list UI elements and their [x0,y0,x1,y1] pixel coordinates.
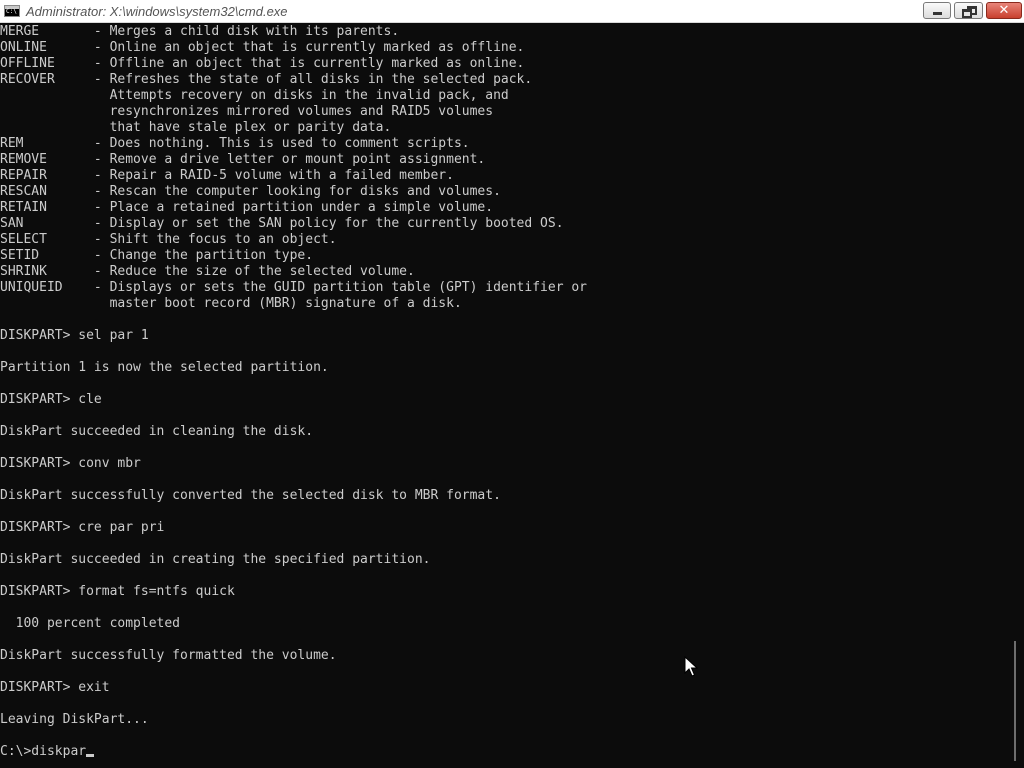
console-output: MERGE - Merges a child disk with its par… [0,24,587,760]
console-line: MERGE - Merges a child disk with its par… [0,24,400,39]
console-line: DISKPART> exit [0,680,110,695]
console-line: SELECT - Shift the focus to an object. [0,232,337,247]
console-line: DISKPART> cre par pri [0,520,165,535]
window-title: Administrator: X:\windows\system32\cmd.e… [26,4,288,19]
console-line: DISKPART> format fs=ntfs quick [0,584,235,599]
restore-button[interactable] [954,2,983,19]
console-line: RETAIN - Place a retained partition unde… [0,200,494,215]
cmd-window: Administrator: X:\windows\system32\cmd.e… [0,0,1024,768]
console-line: REM - Does nothing. This is used to comm… [0,136,470,151]
console-line: REMOVE - Remove a drive letter or mount … [0,152,486,167]
console-line: UNIQUEID - Displays or sets the GUID par… [0,280,587,295]
console-line: Partition 1 is now the selected partitio… [0,360,329,375]
console-line: resynchronizes mirrored volumes and RAID… [0,104,494,119]
console-line: DiskPart successfully converted the sele… [0,488,501,503]
scrollbar-thumb[interactable] [1014,641,1016,761]
console-line: DISKPART> cle [0,392,102,407]
console-line: DISKPART> sel par 1 [0,328,149,343]
console-line: DiskPart successfully formatted the volu… [0,648,337,663]
cmd-icon[interactable] [4,5,20,17]
console-line: that have stale plex or parity data. [0,120,392,135]
prompt-input-text[interactable]: C:\>diskpar [0,744,86,759]
console-line: DiskPart succeeded in creating the speci… [0,552,431,567]
mouse-pointer-icon [684,656,698,677]
minimize-button[interactable] [923,2,951,19]
console-line: SETID - Change the partition type. [0,248,314,263]
console-line: REPAIR - Repair a RAID-5 volume with a f… [0,168,454,183]
console-line: SHRINK - Reduce the size of the selected… [0,264,415,279]
console-line: RECOVER - Refreshes the state of all dis… [0,72,533,87]
command-prompt-line[interactable]: C:\>diskpar [0,744,587,760]
console-line: Attempts recovery on disks in the invali… [0,88,509,103]
console-line: OFFLINE - Offline an object that is curr… [0,56,525,71]
title-bar[interactable]: Administrator: X:\windows\system32\cmd.e… [0,0,1024,23]
close-icon: ✕ [998,3,1010,18]
minimize-icon [933,12,942,15]
close-button[interactable]: ✕ [986,2,1022,19]
console-line: SAN - Display or set the SAN policy for … [0,216,564,231]
console-line: DISKPART> conv mbr [0,456,141,471]
console-line: RESCAN - Rescan the computer looking for… [0,184,501,199]
console-line: Leaving DiskPart... [0,712,149,727]
console-line: 100 percent completed [0,616,181,631]
text-cursor [86,754,95,757]
console-area[interactable]: MERGE - Merges a child disk with its par… [0,24,1007,768]
console-line: ONLINE - Online an object that is curren… [0,40,525,55]
vertical-scrollbar[interactable] [1007,24,1024,768]
console-line: DiskPart succeeded in cleaning the disk. [0,424,314,439]
console-line: master boot record (MBR) signature of a … [0,296,462,311]
